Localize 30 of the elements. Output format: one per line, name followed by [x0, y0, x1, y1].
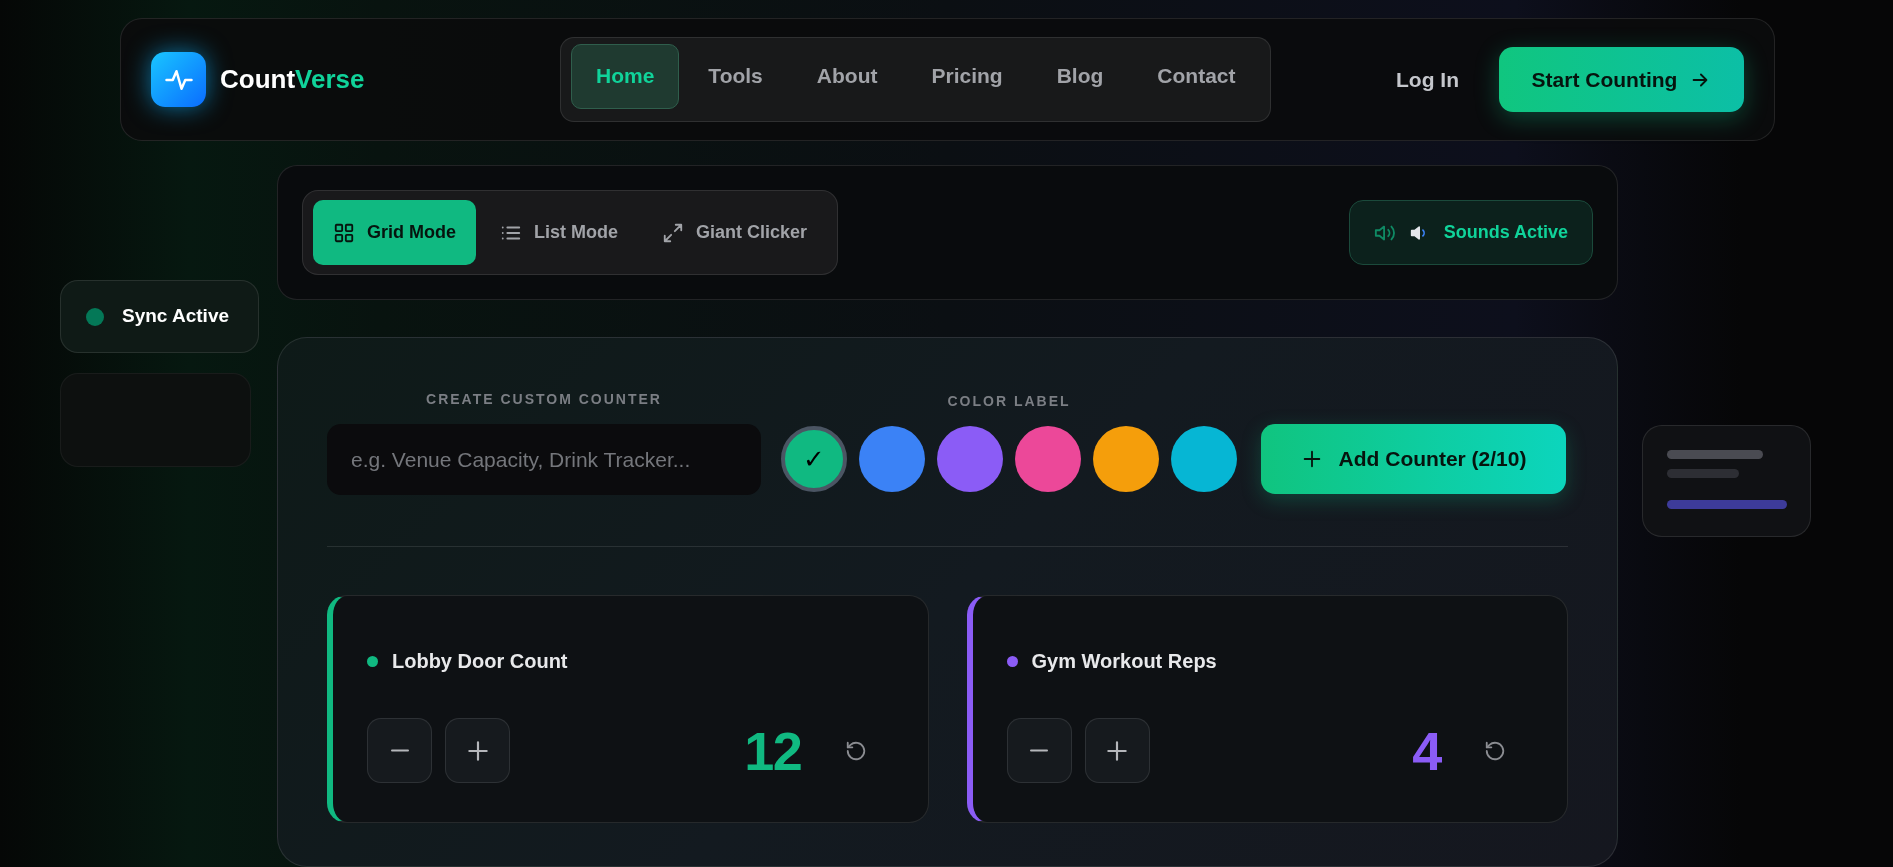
- counter-value: 4: [1412, 723, 1441, 778]
- counter-name: Gym Workout Reps: [1031, 649, 1217, 674]
- sync-label: Sync Active: [122, 304, 229, 329]
- view-mode-tab[interactable]: List Mode: [480, 200, 638, 265]
- sounds-toggle[interactable]: Sounds Active: [1348, 200, 1593, 265]
- minus-icon: [388, 749, 411, 752]
- logo-icon[interactable]: [151, 52, 206, 107]
- add-counter-button[interactable]: Add Counter (2/10): [1261, 424, 1566, 494]
- counter-name: Lobby Door Count: [392, 649, 568, 674]
- start-counting-button[interactable]: Start Counting: [1499, 47, 1744, 112]
- brand-name[interactable]: CountVerse: [220, 60, 365, 99]
- field-label: CREATE CUSTOM COUNTER: [426, 390, 662, 409]
- nav-link[interactable]: Pricing: [906, 43, 1028, 109]
- view-mode-tab[interactable]: Giant Clicker: [642, 200, 828, 265]
- counter-name-input[interactable]: e.g. Venue Capacity, Drink Tracker...: [327, 424, 761, 495]
- nav-link[interactable]: Contact: [1132, 43, 1261, 109]
- nav-link[interactable]: About: [791, 43, 903, 109]
- nav-link[interactable]: Home: [571, 43, 680, 109]
- counter-value: 12: [744, 723, 802, 778]
- nav-link[interactable]: Blog: [1031, 43, 1129, 109]
- field-label: COLOR LABEL: [947, 392, 1071, 411]
- reset-icon: [1484, 739, 1506, 762]
- view-mode-tab[interactable]: Grid Mode: [313, 200, 476, 265]
- nav-link[interactable]: Tools: [683, 43, 788, 109]
- reset-icon: [844, 739, 867, 762]
- grid-icon: [333, 221, 355, 244]
- login-link[interactable]: Log In: [1396, 63, 1459, 96]
- expand-icon: [662, 221, 684, 244]
- color-swatch[interactable]: ✓: [781, 426, 847, 492]
- minus-icon: [1028, 749, 1050, 752]
